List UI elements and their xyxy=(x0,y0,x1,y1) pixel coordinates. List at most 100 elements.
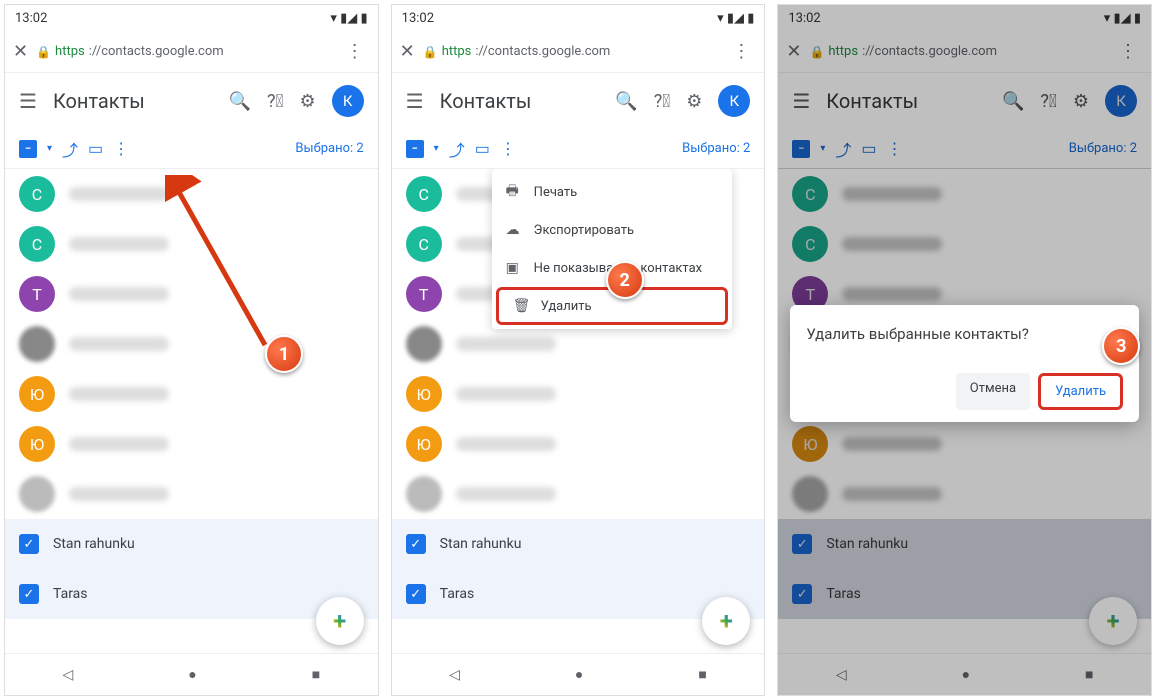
phone-screen-2: 13:02 ▾ ▮◢ ▮ ✕ 🔒 https://contacts.google… xyxy=(391,4,766,696)
status-icons: ▾ ▮◢ ▮ xyxy=(717,11,754,26)
contact-row[interactable]: C xyxy=(5,169,378,219)
contact-row[interactable]: T xyxy=(5,269,378,319)
contact-avatar: C xyxy=(406,226,442,262)
search-icon[interactable]: 🔍 xyxy=(229,91,251,112)
app-header: ☰ Контакты 🔍 ?⃝ ⚙ К xyxy=(5,73,378,129)
selection-toolbar: − ▾ ⤴ ▭ ⋮ Выбрано: 2 xyxy=(392,129,765,169)
label-icon[interactable]: ▭ xyxy=(88,139,103,158)
profile-avatar[interactable]: К xyxy=(332,85,364,117)
url-bar[interactable]: 🔒 https://contacts.google.com xyxy=(36,44,332,59)
delete-dialog: Удалить выбранные контакты? Отмена Удали… xyxy=(790,305,1139,422)
plus-icon: + xyxy=(333,607,346,635)
contact-row-selected[interactable]: ✓Stan rahunku xyxy=(392,519,765,569)
contact-row[interactable]: C xyxy=(5,219,378,269)
contact-avatar: C xyxy=(406,176,442,212)
contact-row[interactable]: Ю xyxy=(5,369,378,419)
dropdown-icon[interactable]: ▾ xyxy=(47,143,52,154)
search-icon[interactable]: 🔍 xyxy=(615,91,637,112)
contact-row-selected[interactable]: ✓Stan rahunku xyxy=(5,519,378,569)
merge-icon[interactable]: ⤴ xyxy=(449,137,465,161)
close-icon[interactable]: ✕ xyxy=(400,41,415,62)
status-bar: 13:02 ▾ ▮◢ ▮ xyxy=(5,5,378,31)
trash-icon: 🗑 xyxy=(513,298,529,314)
hide-icon: ▣ xyxy=(506,260,522,276)
checkbox-checked-icon[interactable]: ✓ xyxy=(19,584,39,604)
more-options-icon[interactable]: ⋮ xyxy=(500,139,516,158)
nav-bar: ◁ ● ■ xyxy=(392,653,765,695)
nav-recent-icon[interactable]: ■ xyxy=(698,666,706,683)
browser-bar: ✕ 🔒 https://contacts.google.com ⋮ xyxy=(5,31,378,73)
nav-back-icon[interactable]: ◁ xyxy=(62,667,73,683)
more-options-icon[interactable]: ⋮ xyxy=(113,139,129,158)
add-contact-fab[interactable]: + xyxy=(316,597,364,645)
browser-bar: ✕ 🔒 https://contacts.google.com ⋮ xyxy=(392,31,765,73)
contact-row[interactable]: Ю xyxy=(392,369,765,419)
help-icon[interactable]: ?⃝ xyxy=(654,91,671,112)
merge-icon[interactable]: ⤴ xyxy=(62,137,78,161)
select-all-checkbox[interactable]: − xyxy=(19,140,37,158)
profile-avatar[interactable]: К xyxy=(718,85,750,117)
menu-item-export[interactable]: ☁Экспортировать xyxy=(492,211,732,249)
status-time: 13:02 xyxy=(15,11,47,26)
url-bar[interactable]: 🔒 https://contacts.google.com xyxy=(423,44,719,59)
confirm-delete-button[interactable]: Удалить xyxy=(1038,373,1123,410)
print-icon: 🖶 xyxy=(506,180,522,204)
nav-bar: ◁ ● ■ xyxy=(5,653,378,695)
status-icons: ▾ ▮◢ ▮ xyxy=(330,11,367,26)
callout-2: 2 xyxy=(606,261,644,299)
nav-home-icon[interactable]: ● xyxy=(575,666,583,683)
contact-row[interactable] xyxy=(392,469,765,519)
contact-avatar: T xyxy=(19,276,55,312)
checkbox-checked-icon[interactable]: ✓ xyxy=(406,584,426,604)
menu-icon[interactable]: ☰ xyxy=(406,89,424,113)
help-icon[interactable]: ?⃝ xyxy=(267,91,284,112)
cancel-button[interactable]: Отмена xyxy=(956,373,1030,410)
status-time: 13:02 xyxy=(402,11,434,26)
selection-toolbar: − ▾ ⤴ ▭ ⋮ Выбрано: 2 xyxy=(5,129,378,169)
lock-icon: 🔒 xyxy=(423,45,438,59)
contact-row[interactable] xyxy=(5,469,378,519)
nav-home-icon[interactable]: ● xyxy=(188,666,196,683)
selected-count: Выбрано: 2 xyxy=(139,141,364,156)
phone-screen-3: 13:02 ▾ ▮◢ ▮ ✕ 🔒 https://contacts.google… xyxy=(777,4,1152,696)
contact-avatar xyxy=(19,476,55,512)
add-contact-fab[interactable]: + xyxy=(702,597,750,645)
menu-icon[interactable]: ☰ xyxy=(19,89,37,113)
nav-back-icon[interactable]: ◁ xyxy=(449,667,460,683)
app-title: Контакты xyxy=(53,89,213,113)
lock-icon: 🔒 xyxy=(36,45,51,59)
contact-row[interactable] xyxy=(5,319,378,369)
contact-avatar xyxy=(19,326,55,362)
settings-icon[interactable]: ⚙ xyxy=(686,91,702,112)
callout-1: 1 xyxy=(265,335,303,373)
contact-row[interactable]: Ю xyxy=(5,419,378,469)
contacts-list[interactable]: C C T Ю Ю ✓Stan rahunku ✓Taras xyxy=(5,169,378,653)
contact-row[interactable]: Ю xyxy=(392,419,765,469)
contact-avatar: C xyxy=(19,176,55,212)
browser-menu-icon[interactable]: ⋮ xyxy=(726,41,756,62)
select-all-checkbox[interactable]: − xyxy=(406,140,424,158)
plus-icon: + xyxy=(720,607,733,635)
dropdown-icon[interactable]: ▾ xyxy=(434,143,439,154)
browser-menu-icon[interactable]: ⋮ xyxy=(340,41,370,62)
menu-item-print[interactable]: 🖶Печать xyxy=(492,173,732,211)
checkbox-checked-icon[interactable]: ✓ xyxy=(19,534,39,554)
context-menu: 🖶Печать ☁Экспортировать ▣Не показывать в… xyxy=(492,169,732,329)
close-icon[interactable]: ✕ xyxy=(13,41,28,62)
contact-avatar: Ю xyxy=(406,426,442,462)
label-icon[interactable]: ▭ xyxy=(475,139,490,158)
nav-recent-icon[interactable]: ■ xyxy=(312,666,320,683)
contacts-list[interactable]: C C T Ю Ю ✓Stan rahunku ✓Taras 🖶Печать ☁… xyxy=(392,169,765,653)
export-icon: ☁ xyxy=(506,222,522,238)
contact-avatar: Ю xyxy=(19,426,55,462)
status-bar: 13:02 ▾ ▮◢ ▮ xyxy=(392,5,765,31)
phone-screen-1: 13:02 ▾ ▮◢ ▮ ✕ 🔒 https://contacts.google… xyxy=(4,4,379,696)
contact-avatar: Ю xyxy=(406,376,442,412)
settings-icon[interactable]: ⚙ xyxy=(300,91,316,112)
checkbox-checked-icon[interactable]: ✓ xyxy=(406,534,426,554)
app-header: ☰ Контакты 🔍 ?⃝ ⚙ К xyxy=(392,73,765,129)
contact-avatar: C xyxy=(19,226,55,262)
dialog-title: Удалить выбранные контакты? xyxy=(806,325,1123,343)
contact-avatar: Ю xyxy=(19,376,55,412)
contact-avatar xyxy=(406,326,442,362)
